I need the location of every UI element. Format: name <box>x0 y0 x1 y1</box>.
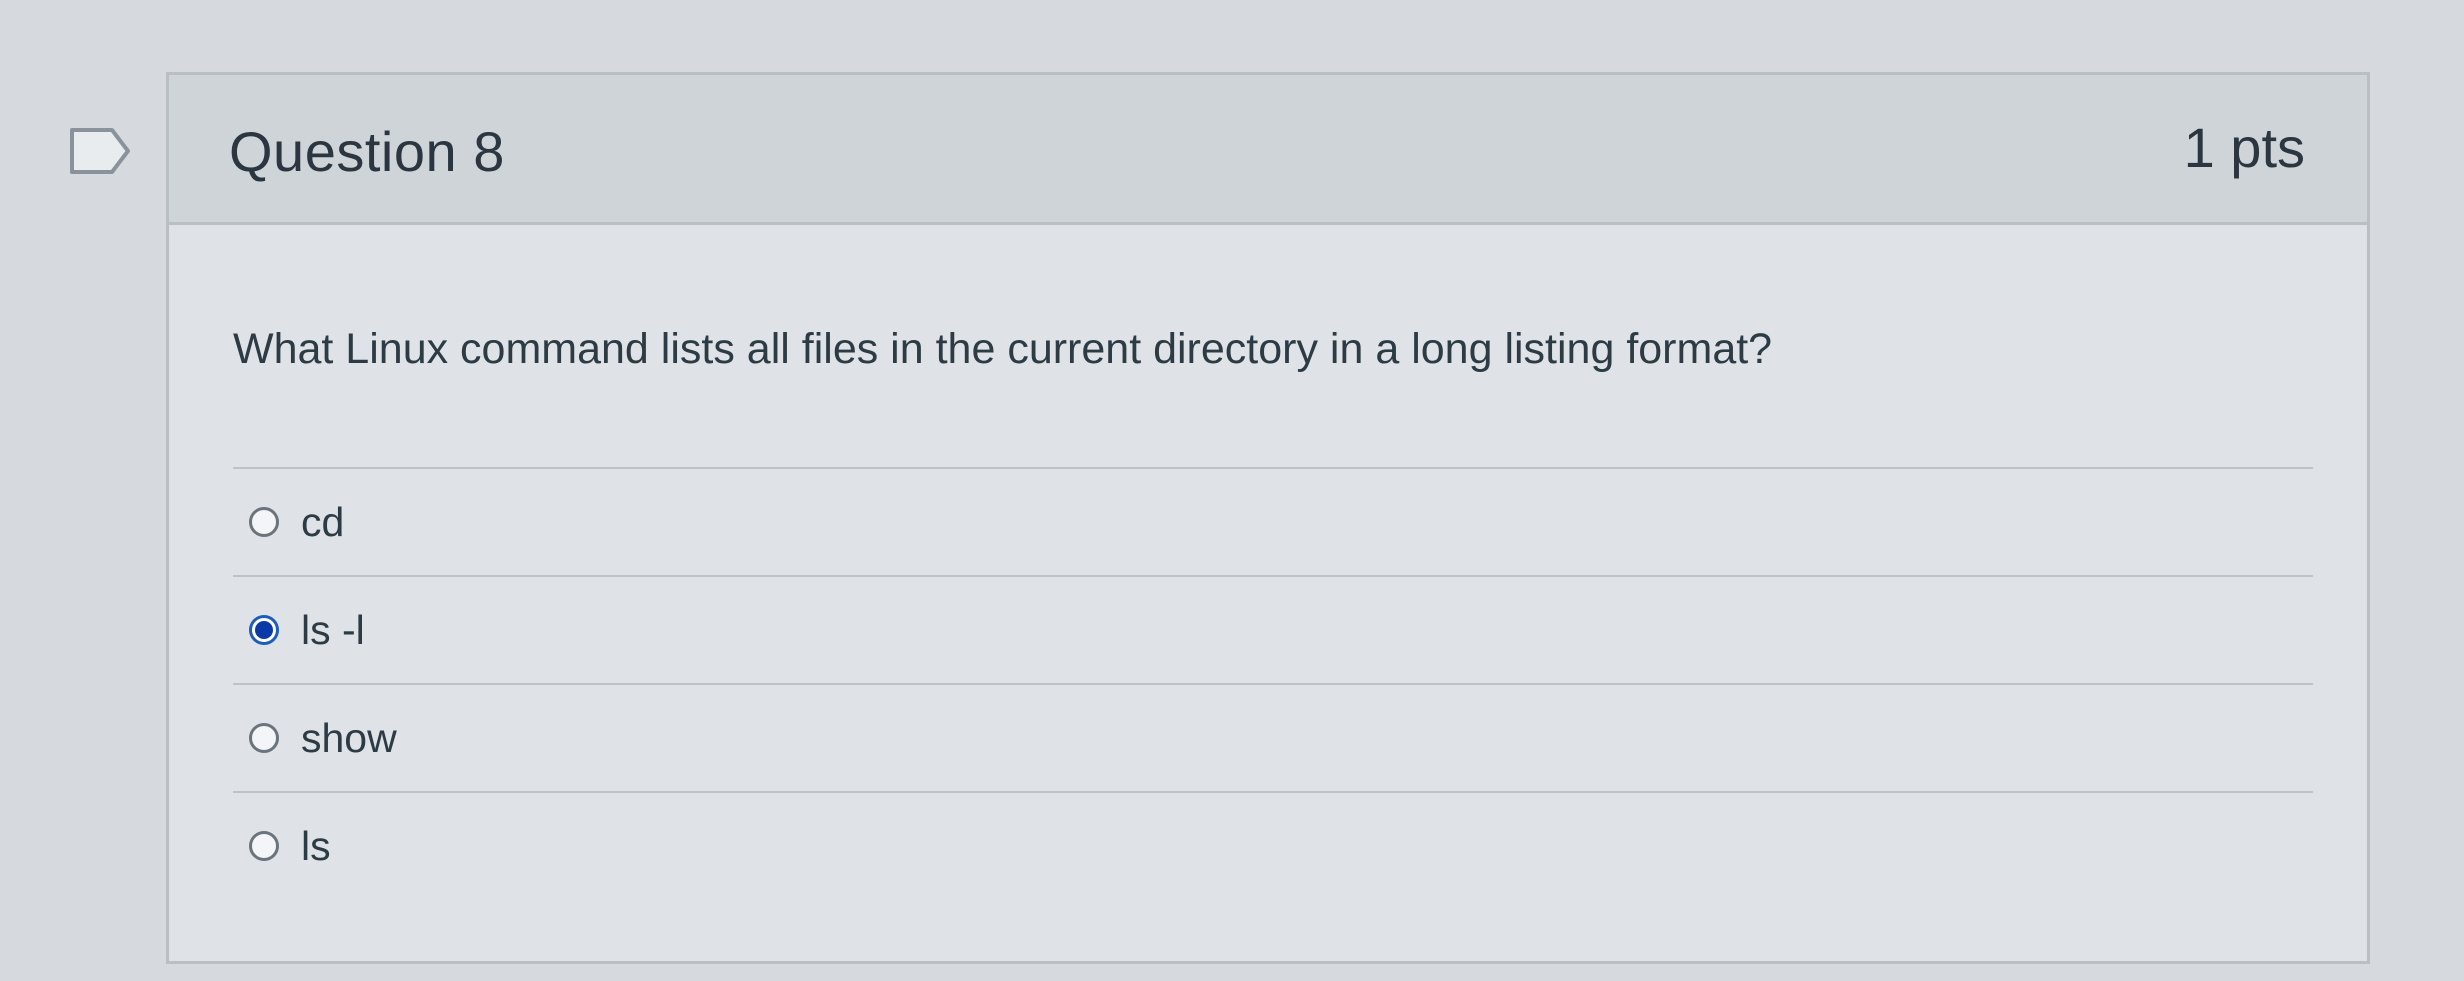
question-title: Question 8 <box>229 120 505 183</box>
radio-button-selected[interactable] <box>249 615 279 645</box>
radio-button[interactable] <box>249 723 279 753</box>
answer-list: cd ls -l show ls <box>233 467 2313 899</box>
answer-option-cd[interactable]: cd <box>233 467 2313 575</box>
question-points: 1 pts <box>2183 116 2305 179</box>
radio-button[interactable] <box>249 507 279 537</box>
answer-option-show[interactable]: show <box>233 683 2313 791</box>
question-text: What Linux command lists all files in th… <box>233 325 1773 373</box>
radio-selected-dot <box>255 621 273 639</box>
flag-question-icon[interactable] <box>68 126 134 176</box>
question-header: Question 8 1 pts <box>169 75 2367 225</box>
answer-label: ls -l <box>301 606 365 653</box>
question-card: Question 8 1 pts What Linux command list… <box>166 72 2370 964</box>
answer-label: show <box>301 714 397 761</box>
answer-label: ls <box>301 822 331 869</box>
answer-option-ls-l[interactable]: ls -l <box>233 575 2313 683</box>
answer-option-ls[interactable]: ls <box>233 791 2313 899</box>
answer-label: cd <box>301 498 345 545</box>
radio-button[interactable] <box>249 831 279 861</box>
quiz-page: Question 8 1 pts What Linux command list… <box>0 0 2464 981</box>
